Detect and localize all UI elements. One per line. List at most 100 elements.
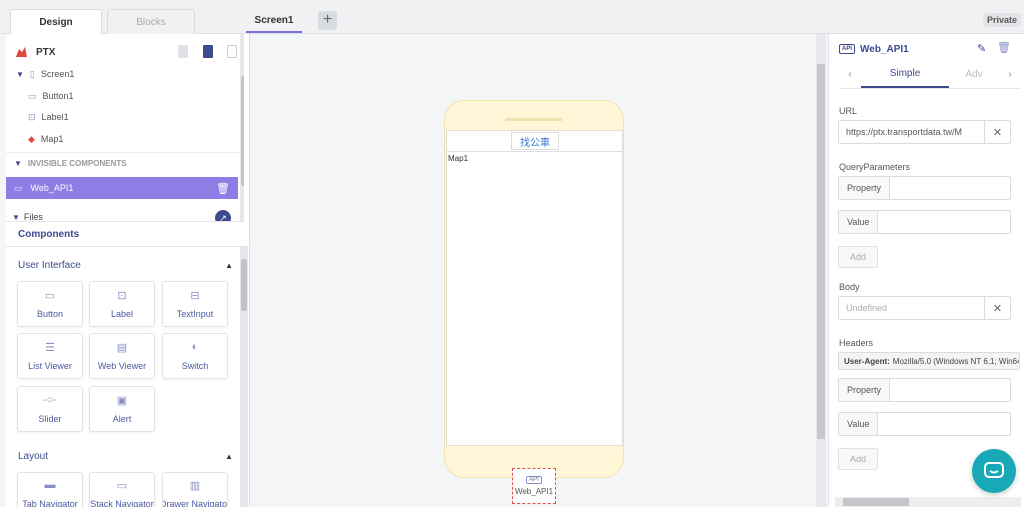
palette-alert[interactable]: ▣ Alert bbox=[89, 386, 155, 432]
header-value-field[interactable]: Value bbox=[838, 412, 1011, 436]
canvas-map1[interactable]: Map1 bbox=[448, 154, 468, 163]
tab-simple[interactable]: Simple bbox=[861, 61, 949, 88]
collapse-arrow-icon[interactable]: ▼ bbox=[16, 70, 24, 79]
screen-tab-screen1[interactable]: Screen1 bbox=[246, 9, 302, 33]
palette-scrollbar[interactable] bbox=[240, 247, 248, 507]
browser-icon: ▤ bbox=[116, 342, 128, 354]
invisible-components-header[interactable]: ▼ INVISIBLE COMPONENTS bbox=[6, 152, 244, 174]
palette-web-viewer[interactable]: ▤ Web Viewer bbox=[89, 333, 155, 379]
label-icon: ⊡ bbox=[117, 290, 127, 302]
tab-advanced[interactable]: Adv bbox=[949, 61, 999, 88]
headers-label: Headers bbox=[839, 338, 874, 348]
collapse-arrow-icon[interactable]: ▼ bbox=[12, 213, 20, 222]
scroll-thumb[interactable] bbox=[817, 64, 825, 439]
project-header: PTX bbox=[14, 42, 239, 62]
palette-label: Slider bbox=[38, 414, 62, 424]
header-chip-user-agent[interactable]: User-Agent: Mozilla/5.0 (Windows NT 6.1;… bbox=[838, 352, 1020, 370]
value-key: Value bbox=[839, 211, 879, 233]
canvas-scrollbar[interactable] bbox=[816, 34, 826, 507]
component-tree: PTX ▼ ▯ Screen1 ▭ Button1 ⊡ Label1 ◆ Map… bbox=[6, 34, 244, 222]
add-screen-button[interactable]: + bbox=[318, 11, 337, 30]
tree-item-button1[interactable]: ▭ Button1 bbox=[28, 86, 74, 106]
palette-button[interactable]: ▭ Button bbox=[17, 281, 83, 327]
tab-next-icon[interactable]: › bbox=[999, 61, 1021, 88]
query-parameters-label: QueryParameters bbox=[839, 162, 911, 172]
properties-tabs: ‹ Simple Adv › bbox=[839, 61, 1021, 89]
drawer-navigator-icon: ▥ bbox=[189, 480, 201, 492]
delete-icon[interactable]: 🗑 bbox=[216, 182, 230, 195]
url-value: https://ptx.transportdata.tw/M bbox=[846, 127, 963, 137]
palette-label: List Viewer bbox=[28, 361, 72, 371]
tree-item-label: Map1 bbox=[40, 134, 64, 144]
palette-list-viewer[interactable]: ☰ List Viewer bbox=[17, 333, 83, 379]
tree-item-web-api1[interactable]: ▭ Web_API1 🗑 bbox=[6, 177, 238, 199]
body-placeholder: Undefined bbox=[846, 303, 888, 313]
button-icon: ▭ bbox=[44, 290, 56, 302]
tree-item-screen1[interactable]: ▼ ▯ Screen1 bbox=[16, 64, 74, 84]
header-property-field[interactable]: Property bbox=[838, 378, 1011, 402]
palette-stack-navigator[interactable]: ▭ Stack Navigator bbox=[89, 472, 155, 507]
query-add-button[interactable]: Add bbox=[838, 246, 878, 268]
scroll-thumb[interactable] bbox=[241, 259, 247, 311]
palette-switch[interactable]: ◐ Switch bbox=[162, 333, 228, 379]
scroll-thumb[interactable] bbox=[843, 498, 909, 506]
header-key: User-Agent: bbox=[844, 356, 890, 366]
upload-icon[interactable]: ↗ bbox=[215, 210, 231, 221]
palette-slider[interactable]: -○- Slider bbox=[17, 386, 83, 432]
tree-item-label: Label1 bbox=[41, 112, 69, 122]
collapse-arrow-icon[interactable]: ▼ bbox=[14, 159, 22, 168]
palette-textinput[interactable]: ⊟ TextInput bbox=[162, 281, 228, 327]
palette-tab-navigator[interactable]: ▬ Tab Navigator bbox=[17, 472, 83, 507]
palette-label: Drawer Navigator bbox=[162, 499, 228, 507]
value-key: Value bbox=[839, 413, 879, 435]
chevron-up-icon[interactable]: ▲ bbox=[225, 452, 233, 461]
property-key: Property bbox=[839, 177, 891, 199]
chat-icon bbox=[984, 462, 1004, 478]
chevron-up-icon[interactable]: ▲ bbox=[225, 261, 233, 270]
tab-prev-icon[interactable]: ‹ bbox=[839, 61, 861, 88]
clear-icon[interactable]: ✕ bbox=[984, 297, 1010, 319]
chat-support-button[interactable] bbox=[972, 449, 1016, 493]
query-value-field[interactable]: Value bbox=[838, 210, 1011, 234]
left-panel: PTX ▼ ▯ Screen1 ▭ Button1 ⊡ Label1 ◆ Map… bbox=[6, 34, 250, 507]
palette-label: Tab Navigator bbox=[22, 499, 78, 507]
visibility-badge[interactable]: Private bbox=[982, 13, 1021, 27]
tree-item-label1[interactable]: ⊡ Label1 bbox=[28, 107, 69, 127]
project-name: PTX bbox=[36, 46, 56, 58]
palette-label: Web Viewer bbox=[97, 361, 147, 371]
phone-preview-icon[interactable] bbox=[178, 45, 188, 58]
tree-item-map1[interactable]: ◆ Map1 bbox=[28, 129, 63, 149]
tree-scrollbar[interactable] bbox=[240, 34, 244, 221]
alert-icon: ▣ bbox=[116, 395, 128, 407]
phone-icon: ▯ bbox=[29, 68, 35, 79]
group-user-interface[interactable]: User Interface ▲ bbox=[18, 256, 233, 274]
button-icon: ▭ bbox=[28, 90, 37, 101]
tablet-preview-icon[interactable] bbox=[203, 45, 213, 58]
query-property-field[interactable]: Property bbox=[838, 176, 1011, 200]
properties-panel: API Web_API1 ✎ 🗑 ‹ Simple Adv › URL http… bbox=[828, 34, 1024, 507]
canvas-label1[interactable]: 找公車 bbox=[511, 132, 559, 150]
tab-design[interactable]: Design bbox=[10, 9, 102, 35]
properties-h-scrollbar[interactable] bbox=[835, 497, 1021, 507]
nonvisible-web-api1[interactable]: API Web_API1 bbox=[512, 468, 556, 504]
section-label: Files bbox=[23, 212, 43, 222]
monitor-preview-icon[interactable] bbox=[227, 45, 237, 58]
header-add-button[interactable]: Add bbox=[838, 448, 878, 470]
edit-icon[interactable]: ✎ bbox=[977, 42, 986, 55]
phone-screen[interactable]: 找公車 Map1 bbox=[446, 130, 623, 446]
files-header[interactable]: ▼ Files ↗ bbox=[6, 208, 244, 222]
tab-blocks[interactable]: Blocks bbox=[107, 9, 195, 34]
body-field[interactable]: Undefined ✕ bbox=[838, 296, 1011, 320]
group-layout[interactable]: Layout ▲ bbox=[18, 447, 233, 465]
api-icon: API bbox=[839, 44, 856, 54]
palette-drawer-navigator[interactable]: ▥ Drawer Navigator bbox=[162, 472, 228, 507]
scroll-thumb[interactable] bbox=[241, 76, 244, 186]
top-bar: Design Blocks Screen1 + Private bbox=[0, 0, 1024, 35]
url-field[interactable]: https://ptx.transportdata.tw/M ✕ bbox=[838, 120, 1011, 144]
delete-icon[interactable]: 🗑 bbox=[997, 41, 1011, 54]
clear-icon[interactable]: ✕ bbox=[984, 121, 1010, 143]
group-label: Layout bbox=[18, 450, 49, 462]
label-icon: ⊡ bbox=[28, 111, 36, 122]
palette-label-component[interactable]: ⊡ Label bbox=[89, 281, 155, 327]
designer-canvas[interactable]: 找公車 Map1 API Web_API1 bbox=[251, 34, 816, 507]
